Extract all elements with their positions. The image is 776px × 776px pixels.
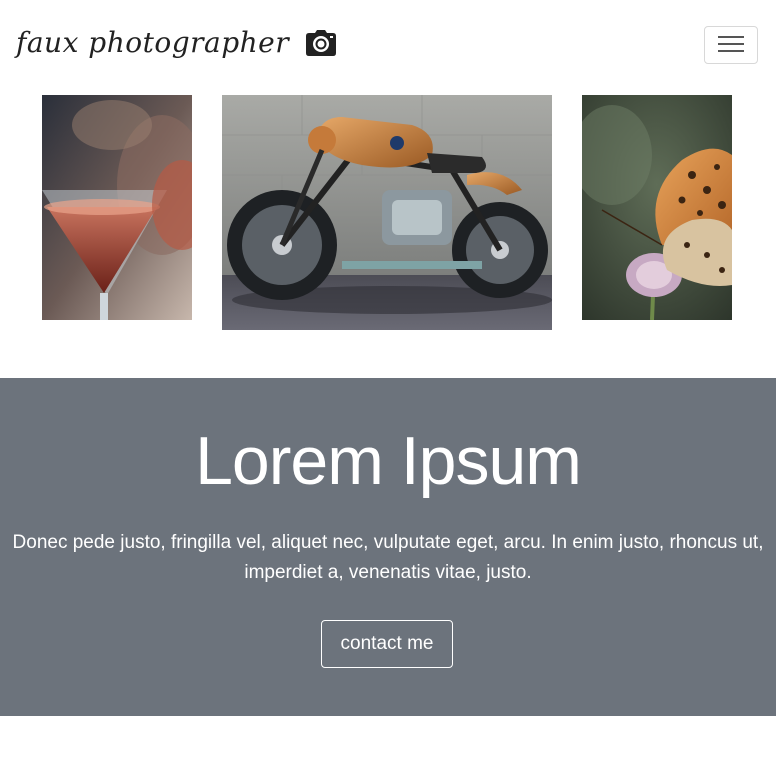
photo-butterfly[interactable]: [582, 95, 732, 320]
hero-text: Donec pede justo, fringilla vel, aliquet…: [12, 532, 764, 583]
hero-section: Lorem Ipsum Donec pede justo, fringilla …: [0, 378, 776, 716]
hamburger-menu-icon: [718, 34, 744, 57]
navbar: faux photographer: [0, 0, 776, 92]
photo-gallery: [0, 95, 776, 330]
menu-toggle-button[interactable]: [704, 26, 758, 64]
camera-icon: [305, 29, 337, 57]
contact-me-button[interactable]: contact me: [321, 620, 453, 668]
photo-motorcycle[interactable]: [222, 95, 552, 330]
hero-title: Lorem Ipsum: [195, 423, 582, 499]
brand-link[interactable]: faux photographer: [16, 26, 337, 59]
photo-cocktail[interactable]: [42, 95, 192, 320]
brand-name: faux photographer: [16, 26, 290, 59]
